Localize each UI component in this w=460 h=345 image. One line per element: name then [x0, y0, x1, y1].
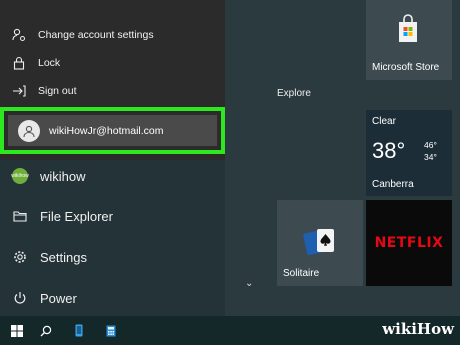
search-icon: [40, 325, 52, 336]
menu-item-label: Sign out: [38, 85, 77, 97]
change-account-icon: [0, 28, 38, 42]
solitaire-cards-icon: [303, 229, 334, 256]
tile-label: Microsoft Store: [372, 62, 440, 73]
netflix-logo: NETFLIX: [374, 235, 444, 251]
account-highlight-box: wikiHowJr@hotmail.com: [0, 107, 225, 154]
tile-label: Solitaire: [283, 268, 320, 279]
sign-out-icon: [0, 85, 38, 97]
account-email: wikiHowJr@hotmail.com: [49, 124, 164, 137]
store-bag-icon: [399, 14, 417, 42]
search-button[interactable]: [34, 316, 58, 345]
file-explorer-label: File Explorer: [40, 208, 113, 224]
weather-city: Canberra: [372, 179, 414, 190]
weather-temp: 38°: [372, 138, 406, 163]
account-menu: Change account settings Lock Sign out wi…: [0, 0, 225, 160]
start-button[interactable]: [0, 316, 34, 345]
microsoft-store-tile[interactable]: Microsoft Store: [366, 0, 452, 80]
settings-item[interactable]: Settings: [0, 241, 225, 273]
calculator-icon: [106, 325, 116, 336]
weather-low: 34°: [424, 152, 437, 162]
lock-icon: [0, 56, 38, 70]
solitaire-tile[interactable]: Solitaire: [277, 200, 363, 286]
watermark-how: How: [416, 320, 454, 338]
netflix-tile[interactable]: NETFLIX: [366, 200, 452, 286]
tile-group-label: Explore: [277, 88, 311, 99]
avatar-icon: [18, 119, 40, 142]
user-label: wikihow: [40, 168, 86, 184]
file-explorer-item[interactable]: File Explorer: [0, 200, 225, 232]
power-icon: [0, 291, 40, 305]
wikihow-watermark: wikiHow: [382, 320, 454, 338]
lock-item[interactable]: Lock: [0, 50, 225, 76]
user-avatar: wikihow: [11, 168, 29, 184]
phone-icon: [75, 324, 83, 337]
weather-tile[interactable]: Clear 38° 46° 34° Canberra: [366, 110, 452, 196]
windows-icon: [11, 324, 23, 337]
weather-condition: Clear: [372, 116, 396, 127]
menu-item-label: Lock: [38, 57, 61, 69]
settings-label: Settings: [40, 249, 87, 265]
power-label: Power: [40, 290, 77, 306]
chevron-down-icon[interactable]: ⌄: [245, 278, 253, 289]
settings-icon: [0, 250, 40, 264]
weather-high: 46°: [424, 140, 437, 150]
change-account-settings-item[interactable]: Change account settings: [0, 22, 225, 48]
taskbar: wikiHow: [0, 316, 460, 345]
phone-app-button[interactable]: [68, 316, 90, 345]
calculator-button[interactable]: [100, 316, 122, 345]
sign-out-item[interactable]: Sign out: [0, 78, 225, 104]
account-email-item[interactable]: wikiHowJr@hotmail.com: [8, 115, 217, 146]
file-explorer-icon: [0, 210, 40, 222]
power-item[interactable]: Power: [0, 282, 225, 314]
menu-item-label: Change account settings: [38, 29, 154, 41]
user-item[interactable]: wikihow wikihow: [0, 160, 225, 192]
watermark-wiki: wiki: [382, 320, 417, 338]
